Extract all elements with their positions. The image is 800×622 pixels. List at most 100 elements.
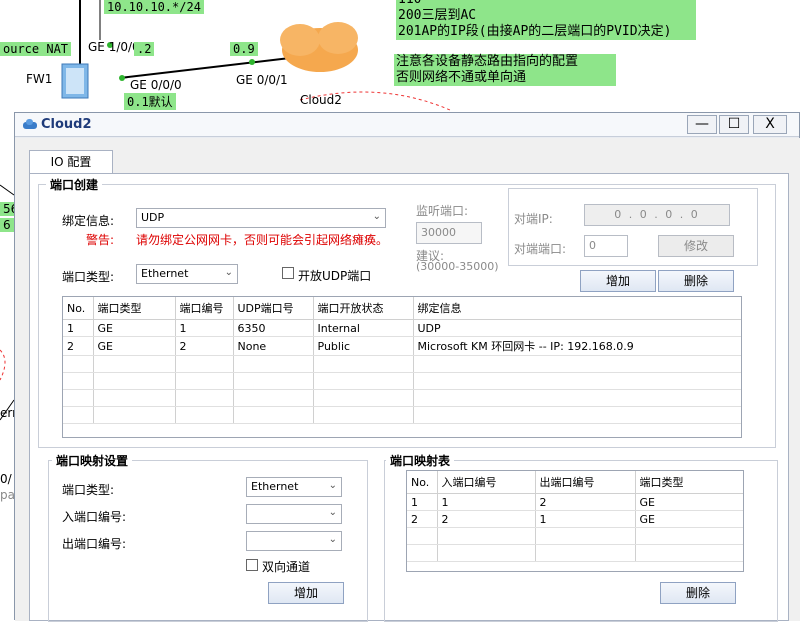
table-cell: 2 (407, 510, 438, 528)
warning-text: 请勿绑定公网网卡，否则可能会引起网络瘫痪。 (136, 233, 389, 247)
table-cell: 1 (437, 493, 536, 511)
table-cell: 1 (535, 510, 636, 528)
mapping-table[interactable]: No. 入端口编号 出端口编号 端口类型 1 1 2 GE 2 2 1 GE (406, 470, 744, 572)
table-row (407, 527, 743, 545)
column-header: No. (407, 471, 438, 494)
chevron-down-icon: ⌄ (224, 267, 233, 278)
column-header: 出端口编号 (535, 471, 636, 494)
open-udp-label: 开放UDP端口 (298, 269, 372, 283)
column-header: 入端口编号 (437, 471, 536, 494)
map-port-type-label: 端口类型: (62, 483, 115, 497)
chevron-down-icon: ⌄ (328, 480, 337, 491)
add-mapping-button[interactable]: 增加 (268, 582, 344, 604)
chevron-down-icon: ⌄ (372, 211, 381, 222)
modify-button[interactable]: 修改 (658, 235, 734, 257)
table-cell: 2 (535, 493, 636, 511)
delete-mapping-button[interactable]: 删除 (660, 582, 736, 604)
tab-panel: 端口创建 绑定信息: UDP ⌄ 警告: 请勿绑定公网网卡，否则可能会引起网络瘫痪… (29, 173, 789, 622)
fw1-label: FW1 (26, 72, 53, 86)
open-udp-checkbox[interactable] (282, 267, 294, 279)
config-note-bottom: 注意各设备静态路由指向的配置 否则网络不通或单向通 (394, 54, 616, 86)
port-create-title: 端口创建 (46, 176, 103, 193)
table-row (407, 544, 743, 562)
cloud-name-label: Cloud2 (300, 93, 342, 107)
table-cell: 6350 (233, 319, 314, 337)
config-note-top: 110 200三层到AC 201AP的IP段(由接AP的二层端口的PVID决定) (396, 0, 696, 40)
column-header: 端口开放状态 (313, 297, 414, 320)
chevron-down-icon: ⌄ (328, 507, 337, 518)
table-cell: 2 (175, 336, 234, 356)
port-type-select[interactable]: Ethernet ⌄ (136, 264, 238, 284)
dialog-content: IO 配置 端口创建 绑定信息: UDP ⌄ 警告: 请勿绑定公网网卡，否则可能会… (15, 138, 800, 622)
column-header: 端口类型 (635, 471, 743, 494)
table-row (63, 406, 741, 424)
port-table[interactable]: No. 端口类型 端口编号 UDP端口号 端口开放状态 绑定信息 1 GE 1 (62, 296, 742, 438)
edge-label: 0/ (0, 472, 12, 486)
table-cell: None (233, 336, 314, 356)
table-cell: 1 (63, 319, 94, 337)
map-port-type-select[interactable]: Ethernet ⌄ (246, 477, 342, 497)
table-cell: Public (313, 336, 414, 356)
out-port-select[interactable]: ⌄ (246, 531, 342, 551)
cloud2-dialog: Cloud2 — ☐ X IO 配置 端口创建 绑定信息: UDP ⌄ 警告: 请… (14, 112, 800, 622)
cloud-icon[interactable] (280, 22, 358, 72)
column-header: No. (63, 297, 94, 320)
minimize-button[interactable]: — (687, 115, 717, 134)
table-row[interactable]: 1 1 2 GE (407, 493, 743, 511)
subnet-label: 10.10.10.*/24 (104, 0, 204, 14)
table-cell: 1 (407, 493, 438, 511)
in-port-select[interactable]: ⌄ (246, 504, 342, 524)
fw1-port-ip: .2 (134, 42, 155, 56)
firewall-icon[interactable] (61, 63, 89, 99)
table-row[interactable]: 2 GE 2 None Public Microsoft KM 环回网卡 -- … (63, 336, 741, 356)
table-cell: 2 (437, 510, 536, 528)
cloud-logo-icon (23, 119, 37, 129)
peer-ip-input[interactable]: 0 . 0 . 0 . 0 (584, 204, 730, 226)
edge-label: pa (0, 488, 15, 502)
fw1-port2-label: GE 0/0/0 (130, 78, 182, 92)
table-row (63, 389, 741, 407)
port-type-label: 端口类型: (62, 270, 115, 284)
bidirectional-label: 双向通道 (262, 560, 311, 574)
in-port-label: 入端口编号: (62, 510, 127, 524)
table-cell: GE (93, 336, 176, 356)
cloud-port-ip: 0.9 (230, 42, 258, 56)
warning-label: 警告: (86, 233, 115, 247)
fw1-port-label: GE 1/0/0 (88, 40, 140, 54)
table-row[interactable]: 1 GE 1 6350 Internal UDP (63, 319, 741, 337)
edge-label: 6 (0, 218, 14, 232)
fw1-port2-ip: 0.1默认 (124, 93, 176, 110)
chevron-down-icon: ⌄ (328, 534, 337, 545)
table-row (63, 372, 741, 390)
table-row (63, 355, 741, 373)
table-cell: UDP (413, 319, 741, 337)
delete-port-button[interactable]: 删除 (658, 270, 734, 292)
column-header: 端口类型 (93, 297, 176, 320)
tab-io-config[interactable]: IO 配置 (29, 150, 113, 174)
peer-port-label: 对端端口: (514, 242, 567, 256)
column-header: 绑定信息 (413, 297, 741, 320)
peer-port-input[interactable]: 0 (584, 235, 628, 257)
maximize-button[interactable]: ☐ (719, 115, 749, 134)
add-port-button[interactable]: 增加 (580, 270, 656, 292)
table-cell: GE (635, 510, 743, 528)
dialog-title: Cloud2 (41, 117, 92, 132)
column-header: 端口编号 (175, 297, 234, 320)
listen-port-input[interactable]: 30000 (416, 222, 482, 244)
close-button[interactable]: X (753, 115, 787, 134)
suggest-range: (30000-35000) (416, 260, 499, 273)
listen-port-label: 监听端口: (416, 204, 469, 218)
table-cell: Internal (313, 319, 414, 337)
table-cell: GE (635, 493, 743, 511)
table-cell: 1 (175, 319, 234, 337)
table-cell: GE (93, 319, 176, 337)
table-row[interactable]: 2 2 1 GE (407, 510, 743, 528)
out-port-label: 出端口编号: (62, 537, 127, 551)
bidirectional-checkbox[interactable] (246, 559, 258, 571)
column-header: UDP端口号 (233, 297, 314, 320)
bind-info-label: 绑定信息: (62, 214, 115, 228)
bind-info-select[interactable]: UDP ⌄ (136, 208, 386, 228)
dialog-titlebar[interactable]: Cloud2 — ☐ X (15, 113, 799, 137)
peer-ip-label: 对端IP: (514, 212, 553, 226)
table-cell: 2 (63, 336, 94, 356)
